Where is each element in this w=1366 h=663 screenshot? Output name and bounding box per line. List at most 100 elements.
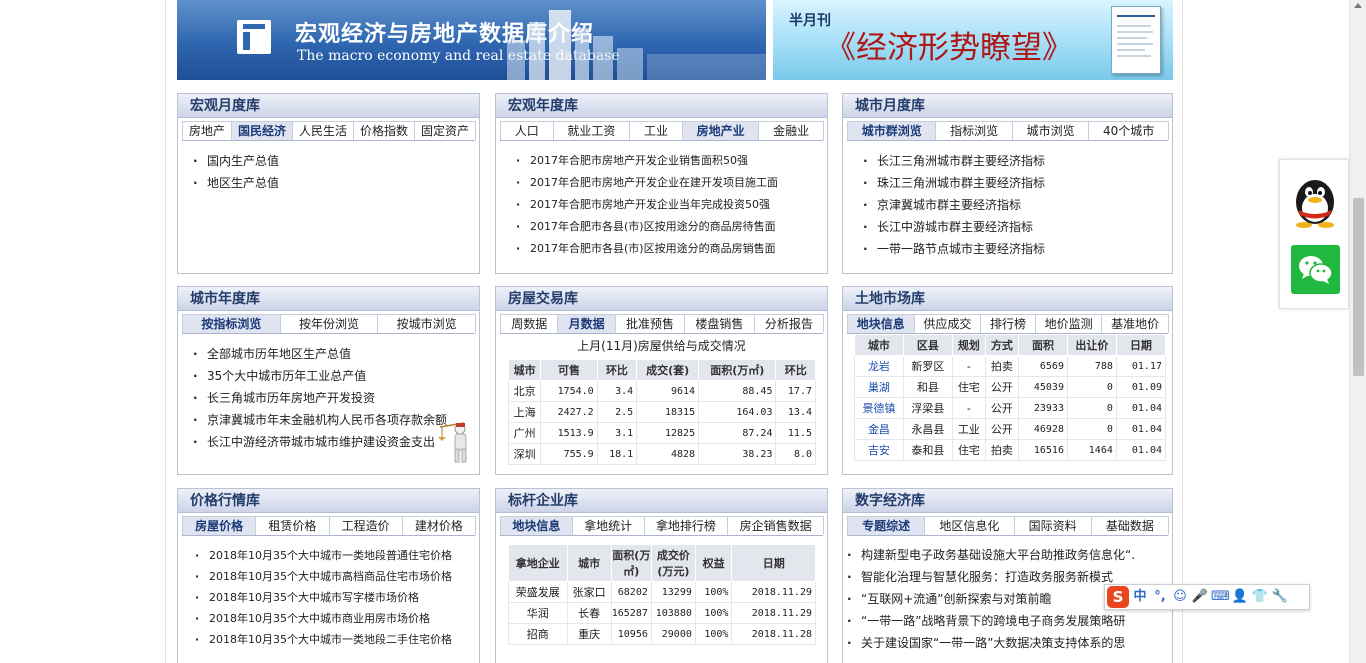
tab-project-sales[interactable]: 楼盘销售 [684,314,755,333]
list-item[interactable]: 长江三角洲城市群主要经济指标 [863,150,1172,172]
wechat-icon[interactable] [1291,245,1340,294]
column-header: 面积(万㎡) [698,359,777,381]
vertical-scrollbar[interactable] [1349,0,1366,663]
panel-title: 宏观年度库 [508,98,578,114]
table-cell: 100% [694,602,733,624]
tab-rental-price[interactable]: 租赁价格 [255,516,330,535]
tab-by-city[interactable]: 按城市浏览 [377,314,477,333]
tab-by-indicator[interactable]: 按指标浏览 [182,314,281,333]
tab-land-info[interactable]: 地块信息 [500,516,573,535]
scroll-thumb[interactable] [1353,198,1364,376]
list-item[interactable]: 长江中游经济带城市城市维护建设资金支出 [193,431,479,453]
tab-supply-deals[interactable]: 供应成交 [913,314,982,333]
list-item[interactable]: “一带一路”战略背景下的跨境电子商务发展策略研 [847,610,1172,632]
list-item[interactable]: 珠江三角洲城市群主要经济指标 [863,172,1172,194]
list-item[interactable]: 2018年10月35个大中城市写字楼市场价格 [195,587,479,608]
magazine-banner[interactable]: 半月刊 《经济形势瞭望》 [773,0,1173,80]
tab-international[interactable]: 国际资料 [1013,516,1092,535]
tab-finance[interactable]: 金融业 [758,121,824,140]
tab-city-clusters[interactable]: 城市群浏览 [847,121,937,140]
tab-price-index[interactable]: 价格指数 [353,121,415,140]
list-item[interactable]: 全部城市历年地区生产总值 [193,343,479,365]
list-item[interactable]: 京津冀城市年末金融机构人民币各项存款余额 [193,409,479,431]
tab-bar: 房地产 国民经济 人民生活 价格指数 固定资产 [182,121,476,141]
tab-topics[interactable]: 专题综述 [847,516,926,535]
list-item[interactable]: 2018年10月35个大中城市一类地段二手住宅价格 [195,629,479,650]
ime-voice-icon[interactable]: 🎤 [1191,587,1209,607]
tab-bar: 地块信息 供应成交 排行榜 地价监测 基准地价 [847,314,1169,334]
list-item[interactable]: 2017年合肥市房地产开发企业销售面积50强 [516,150,827,172]
list-item[interactable]: 京津冀城市群主要经济指标 [863,194,1172,216]
tab-indicators[interactable]: 指标浏览 [935,121,1013,140]
tab-housing-price[interactable]: 房屋价格 [182,516,257,535]
tab-regional-informatization[interactable]: 地区信息化 [924,516,1015,535]
list-item[interactable]: 地区生产总值 [193,172,479,194]
list-item[interactable]: 2017年合肥市各县(市)区按用途分的商品房待售面 [516,216,827,238]
list-item[interactable]: 2018年10月35个大中城市一类地段普通住宅价格 [195,545,479,566]
list-item[interactable]: 构建新型电子政务基础设施大平台助推政务信息化“. [847,544,1172,566]
table-cell: 拍卖 [984,439,1019,461]
tab-fixed-assets[interactable]: 固定资产 [414,121,476,140]
database-intro-banner[interactable]: 宏观经济与房地产数据库介绍 The macro economy and real… [177,0,766,80]
list-item[interactable]: 2017年合肥市房地产开发企业当年完成投资50强 [516,194,827,216]
tab-real-estate-industry[interactable]: 房地产业 [681,121,760,140]
ime-chinese-mode-icon[interactable]: 中 [1131,587,1149,607]
list-item[interactable]: 一带一路节点城市主要经济指标 [863,238,1172,260]
tab-material-price[interactable]: 建材价格 [401,516,476,535]
tab-employment-wages[interactable]: 就业工资 [552,121,631,140]
ime-punctuation-icon[interactable]: °, [1151,587,1169,607]
city-link[interactable]: 景德镇 [854,397,904,419]
tab-land-info[interactable]: 地块信息 [847,314,915,333]
list-item[interactable]: 2017年合肥市各县(市)区按用途分的商品房销售面 [516,238,827,260]
tab-price-monitor[interactable]: 地价监测 [1034,314,1103,333]
tab-industry[interactable]: 工业 [629,121,683,140]
city-link[interactable]: 吉安 [854,439,904,461]
table-row: 金昌 永昌县 工业 公开 46928 0 01.04 [854,418,1167,440]
tab-40-cities[interactable]: 40个城市 [1088,121,1170,140]
tab-cities[interactable]: 城市浏览 [1011,121,1090,140]
table-cell: 公开 [984,418,1019,440]
ime-logo-icon[interactable]: S [1107,586,1129,608]
tab-basic-data[interactable]: 基础数据 [1090,516,1169,535]
tab-base-price[interactable]: 基准地价 [1101,314,1169,333]
scroll-up-icon[interactable] [1354,3,1362,8]
tab-people-life[interactable]: 人民生活 [292,121,354,140]
tab-sales-data[interactable]: 房企销售数据 [727,516,824,535]
housing-table: 城市 可售 环比 成交(套) 面积(万㎡) 环比 北京 1754.0 3.4 9… [507,359,816,465]
ime-user-icon[interactable]: 👤 [1231,587,1249,607]
city-link[interactable]: 金昌 [854,418,904,440]
tab-construction-cost[interactable]: 工程造价 [328,516,403,535]
item-list: 长江三角洲城市群主要经济指标 珠江三角洲城市群主要经济指标 京津冀城市群主要经济… [843,141,1172,260]
item-list: 2017年合肥市房地产开发企业销售面积50强 2017年合肥市房地产开发企业在建… [496,141,827,260]
list-item[interactable]: 35个大中城市历年工业总产值 [193,365,479,387]
tab-land-ranking[interactable]: 拿地排行榜 [643,516,729,535]
qq-icon[interactable] [1290,172,1340,228]
tab-national-economy[interactable]: 国民经济 [231,121,293,140]
ime-tools-icon[interactable]: 🔧 [1271,587,1289,607]
list-item[interactable]: 长三角城市历年房地产开发投资 [193,387,479,409]
table-cell: 3.1 [596,422,638,444]
list-item[interactable]: 2018年10月35个大中城市商业用房市场价格 [195,608,479,629]
ime-keyboard-icon[interactable]: ⌨ [1211,587,1230,607]
column-header: 城市 [566,544,612,582]
tab-land-stats[interactable]: 拿地统计 [571,516,645,535]
list-item[interactable]: 国内生产总值 [193,150,479,172]
list-item[interactable]: 长江中游城市群主要经济指标 [863,216,1172,238]
city-link[interactable]: 巢湖 [854,376,904,398]
tab-analysis-report[interactable]: 分析报告 [753,314,825,333]
list-item[interactable]: 2018年10月35个大中城市高档商品住宅市场价格 [195,566,479,587]
tab-weekly[interactable]: 周数据 [500,314,559,333]
tab-by-year[interactable]: 按年份浏览 [279,314,379,333]
ime-emoji-icon[interactable]: ☺ [1171,587,1189,607]
list-item[interactable]: 2017年合肥市房地产开发企业在建开发项目施工面 [516,172,827,194]
tab-rankings[interactable]: 排行榜 [980,314,1036,333]
table-cell: 103880 [650,602,696,624]
list-item[interactable]: 关于建设国家“一带一路”大数据决策支持体系的思 [847,632,1172,654]
tab-population[interactable]: 人口 [500,121,554,140]
ime-skin-icon[interactable]: 👕 [1251,587,1269,607]
table-cell: 3.4 [596,380,638,402]
city-link[interactable]: 龙岩 [854,355,904,377]
tab-real-estate[interactable]: 房地产 [182,121,232,140]
tab-monthly[interactable]: 月数据 [557,314,616,333]
tab-presale[interactable]: 批准预售 [614,314,686,333]
